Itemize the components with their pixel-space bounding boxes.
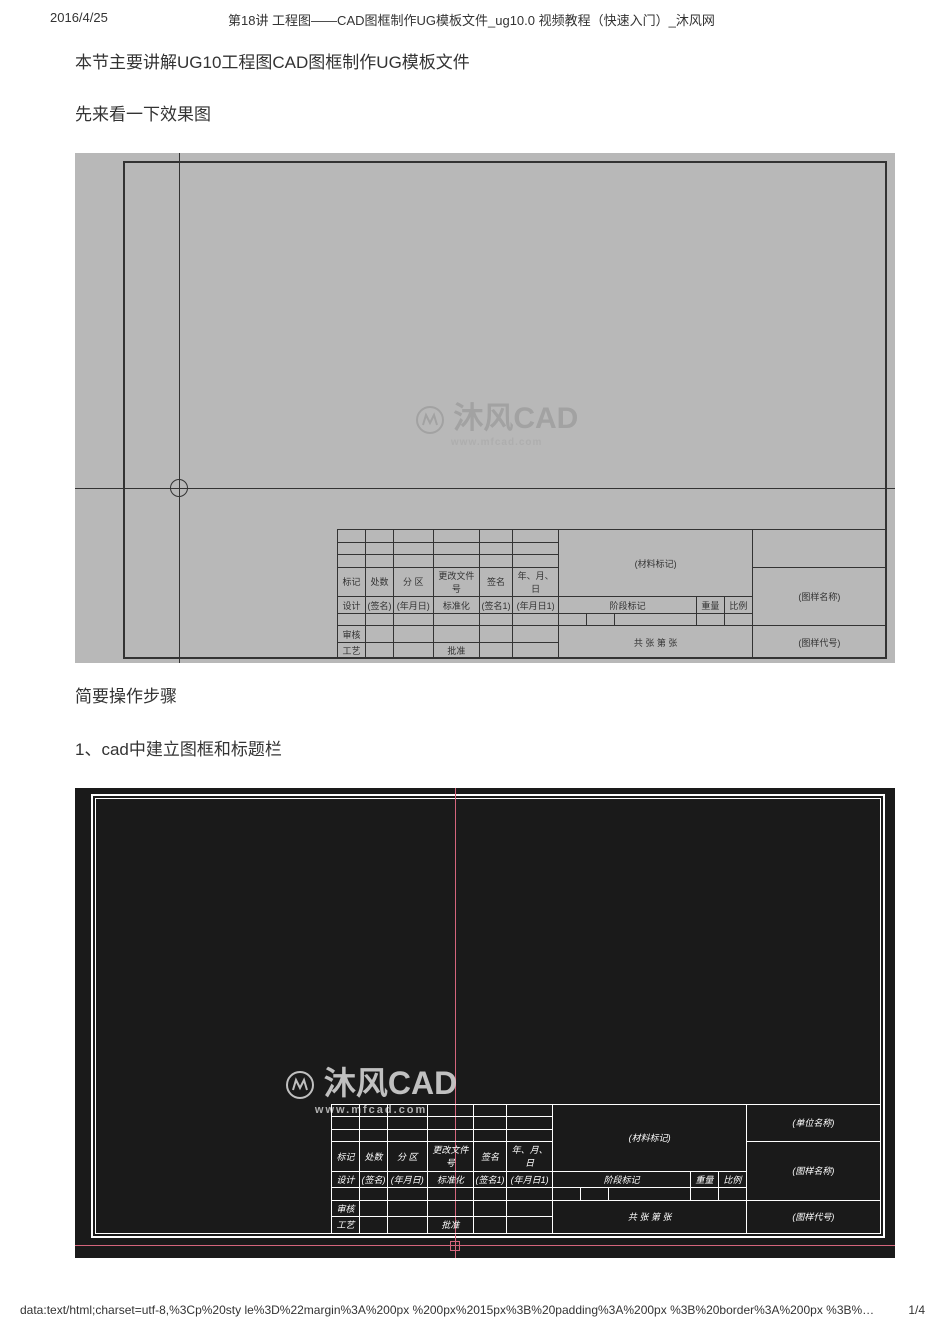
page-content: 本节主要讲解UG10工程图CAD图框制作UG模板文件 先来看一下效果图 沐风CA… bbox=[0, 34, 945, 1293]
tb2-changedoc: 更改文件号 bbox=[427, 1141, 474, 1171]
title-block-1: (材料标记) 标记 处数 分 区 更改文件号 签名 年、月、日 (图样名称) 设… bbox=[337, 529, 887, 659]
crosshair-horizontal-1 bbox=[75, 488, 895, 489]
tb2-scale: 比例 bbox=[718, 1171, 746, 1188]
steps-heading: 简要操作步骤 bbox=[75, 683, 870, 710]
tb1-craft: 工艺 bbox=[338, 642, 366, 659]
tb2-signer: (签名) bbox=[359, 1171, 387, 1188]
tb1-ymd: (年月日) bbox=[393, 597, 433, 614]
title-block-table-2: (材料标记) (单位名称) 标记 处数 分 区 更改文件号 签名 年、月、日 (… bbox=[331, 1104, 881, 1234]
tb2-design: 设计 bbox=[332, 1171, 360, 1188]
tb1-date: 年、月、日 bbox=[512, 567, 559, 597]
tb1-ymd1: (年月日1) bbox=[512, 597, 559, 614]
drawing-code-cell-2: (图样代号) bbox=[746, 1200, 880, 1233]
tb2-review: 审核 bbox=[332, 1200, 360, 1217]
page-footer: data:text/html;charset=utf-8,%3Cp%20sty … bbox=[0, 1293, 945, 1327]
tb2-approve: 批准 bbox=[427, 1217, 474, 1234]
tb2-zone: 分 区 bbox=[387, 1141, 427, 1171]
step-1-heading: 1、cad中建立图框和标题栏 bbox=[75, 736, 870, 763]
title-block-2: (材料标记) (单位名称) 标记 处数 分 区 更改文件号 签名 年、月、日 (… bbox=[331, 1104, 881, 1234]
tb2-stagemark: 阶段标记 bbox=[553, 1171, 691, 1188]
tb1-approve: 批准 bbox=[433, 642, 480, 659]
tb1-std: 标准化 bbox=[433, 597, 480, 614]
intro-paragraph-1: 本节主要讲解UG10工程图CAD图框制作UG模板文件 bbox=[75, 49, 870, 76]
mf-logo-icon-2 bbox=[285, 1070, 315, 1100]
tb2-ymd1: (年月日1) bbox=[506, 1171, 553, 1188]
title-block-table-1: (材料标记) 标记 处数 分 区 更改文件号 签名 年、月、日 (图样名称) 设… bbox=[337, 529, 887, 659]
footer-url: data:text/html;charset=utf-8,%3Cp%20sty … bbox=[20, 1303, 908, 1317]
tb2-mark: 标记 bbox=[332, 1141, 360, 1171]
page-header: 2016/4/25 第18讲 工程图——CAD图框制作UG模板文件_ug10.0… bbox=[0, 0, 945, 34]
cad-preview-image-2: 沐风CAD www.mfcad.com (材料标记) (单位名称) 标记 bbox=[75, 788, 895, 1258]
tb2-sign: 签名 bbox=[474, 1141, 507, 1171]
tb1-design: 设计 bbox=[338, 597, 366, 614]
watermark-1: 沐风CAD www.mfcad.com bbox=[415, 393, 578, 448]
drawing-code-cell-1: (图样代号) bbox=[752, 626, 886, 659]
tb1-sheet: 共 张 第 张 bbox=[559, 626, 752, 659]
watermark-sub-1: www.mfcad.com bbox=[415, 437, 578, 448]
tb1-changedoc: 更改文件号 bbox=[433, 567, 480, 597]
crosshair-vertical-1 bbox=[179, 153, 180, 663]
watermark-text-2: 沐风CAD bbox=[324, 1065, 457, 1101]
tb2-ymd: (年月日) bbox=[387, 1171, 427, 1188]
cad-preview-image-1: 沐风CAD www.mfcad.com (材料标记) 标记 bbox=[75, 153, 895, 663]
material-mark-cell-2: (材料标记) bbox=[553, 1104, 746, 1171]
material-mark-cell-1: (材料标记) bbox=[559, 530, 752, 597]
tb2-craft: 工艺 bbox=[332, 1217, 360, 1234]
crosshair-horizontal-2 bbox=[75, 1245, 895, 1246]
tb1-scale: 比例 bbox=[724, 597, 752, 614]
tb1-sign: 签名 bbox=[480, 567, 513, 597]
tb2-date: 年、月、日 bbox=[506, 1141, 553, 1171]
tb2-sheet: 共 张 第 张 bbox=[553, 1200, 746, 1233]
tb1-count: 处数 bbox=[365, 567, 393, 597]
crosshair-center-2-icon bbox=[450, 1241, 460, 1251]
tb1-signer: (签名) bbox=[365, 597, 393, 614]
footer-page-number: 1/4 bbox=[908, 1303, 925, 1317]
mf-logo-icon bbox=[415, 405, 445, 435]
intro-paragraph-2: 先来看一下效果图 bbox=[75, 101, 870, 128]
drawing-name-cell-2: (图样名称) bbox=[746, 1141, 880, 1200]
tb2-std: 标准化 bbox=[427, 1171, 474, 1188]
tb1-signer1: (签名1) bbox=[480, 597, 513, 614]
tb2-weight: 重量 bbox=[690, 1171, 718, 1188]
header-date: 2016/4/25 bbox=[50, 10, 108, 25]
tb2-signer1: (签名1) bbox=[474, 1171, 507, 1188]
drawing-name-cell-1: (图样名称) bbox=[752, 567, 886, 626]
tb1-mark: 标记 bbox=[338, 567, 366, 597]
tb2-count: 处数 bbox=[359, 1141, 387, 1171]
tb1-stagemark: 阶段标记 bbox=[559, 597, 697, 614]
header-title: 第18讲 工程图——CAD图框制作UG模板文件_ug10.0 视频教程（快速入门… bbox=[108, 10, 835, 29]
company-name-cell-2: (单位名称) bbox=[746, 1104, 880, 1141]
tb1-weight: 重量 bbox=[696, 597, 724, 614]
watermark-text-1: 沐风CAD bbox=[453, 402, 578, 435]
tb1-zone: 分 区 bbox=[393, 567, 433, 597]
tb1-review: 审核 bbox=[338, 626, 366, 643]
